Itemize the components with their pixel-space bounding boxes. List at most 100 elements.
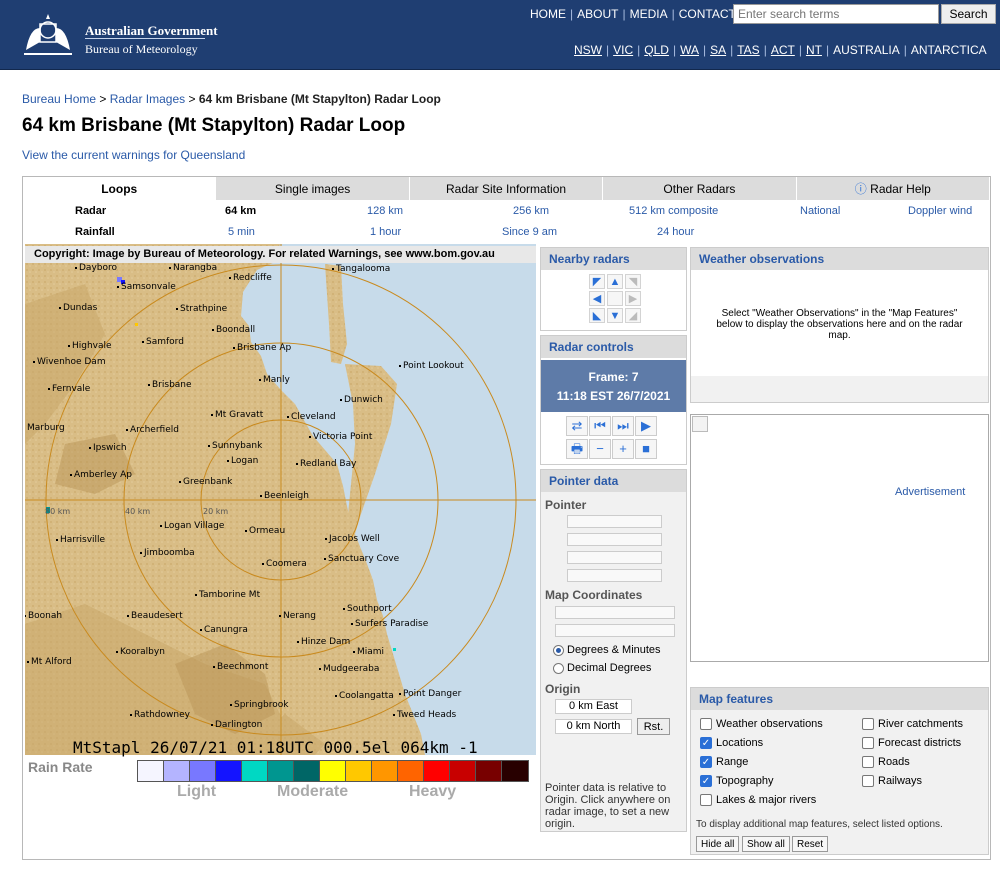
- town-marker: [212, 329, 214, 331]
- town-label: Ormeau: [249, 526, 285, 536]
- rain-rate-legend: Rain Rate Light Moderate Heavy: [25, 759, 536, 807]
- rain-option-since-9am[interactable]: Since 9 am: [502, 226, 557, 238]
- print-icon[interactable]: 🖶: [566, 439, 588, 459]
- arrow-nw-icon[interactable]: ◤: [589, 274, 605, 289]
- pointer-note: Pointer data is relative to Origin. Clic…: [545, 782, 671, 830]
- radar-map[interactable]: Dayboro Narangba Redcliffe Tangalooma Samson…: [25, 244, 536, 755]
- arrow-sw-icon[interactable]: ◣: [589, 308, 605, 323]
- faster-icon[interactable]: +: [612, 439, 634, 459]
- legend-swatch: [190, 761, 216, 781]
- radar-viewer: Loops Single images Radar Site Informati…: [22, 176, 991, 860]
- play-icon[interactable]: ▶: [635, 416, 657, 436]
- rain-option-24hour[interactable]: 24 hour: [657, 226, 694, 238]
- rain-option-1hour[interactable]: 1 hour: [370, 226, 401, 238]
- radar-option-national[interactable]: National: [800, 205, 840, 217]
- map-feature-option[interactable]: ✓ Topography: [700, 775, 774, 787]
- map-feature-option[interactable]: Railways: [862, 775, 922, 787]
- state-link-act[interactable]: ACT: [771, 43, 795, 57]
- rain-option-5min[interactable]: 5 min: [228, 226, 255, 238]
- map-feature-checkbox[interactable]: ✓: [700, 775, 712, 787]
- show-all-button[interactable]: Show all: [742, 836, 790, 852]
- advertisement-link[interactable]: Advertisement: [895, 486, 965, 498]
- map-feature-option[interactable]: Weather observations: [700, 718, 823, 730]
- decimal-degrees-radio[interactable]: [553, 662, 564, 674]
- town-label: Tangalooma: [335, 264, 390, 274]
- map-feature-option[interactable]: ✓ Locations: [700, 737, 763, 749]
- map-feature-checkbox[interactable]: [700, 794, 712, 806]
- map-feature-option[interactable]: ✓ Range: [700, 756, 748, 768]
- frame-display: Frame: 7 11:18 EST 26/7/2021: [541, 360, 686, 412]
- town-marker: [56, 539, 58, 541]
- map-feature-option[interactable]: Roads: [862, 756, 910, 768]
- radar-option-doppler[interactable]: Doppler wind: [908, 205, 972, 217]
- state-link-wa[interactable]: WA: [680, 43, 699, 57]
- radar-option-128km[interactable]: 128 km: [367, 205, 403, 217]
- stop-icon[interactable]: ■: [635, 439, 657, 459]
- search-button[interactable]: Search: [941, 4, 996, 24]
- map-feature-option[interactable]: River catchments: [862, 718, 963, 730]
- map-feature-checkbox[interactable]: [862, 718, 874, 730]
- map-coordinate-field: [555, 624, 675, 637]
- town-label: Sanctuary Cove: [328, 554, 400, 564]
- arrow-left-icon[interactable]: ◀: [589, 291, 605, 306]
- degrees-minutes-radio[interactable]: [553, 644, 564, 656]
- state-link-sa[interactable]: SA: [710, 43, 726, 57]
- arrow-down-icon[interactable]: ▼: [607, 308, 623, 323]
- town-label: Beaudesert: [131, 611, 183, 621]
- coat-of-arms-logo[interactable]: [18, 10, 78, 58]
- map-feature-checkbox[interactable]: [862, 775, 874, 787]
- warnings-link[interactable]: View the current warnings for Queensland: [22, 148, 245, 162]
- last-frame-icon[interactable]: ⏭: [612, 416, 634, 436]
- hide-all-button[interactable]: Hide all: [696, 836, 740, 852]
- map-feature-option[interactable]: Lakes & major rivers: [700, 794, 816, 806]
- agency-name: Bureau of Meteorology: [85, 42, 198, 56]
- map-feature-checkbox[interactable]: ✓: [700, 756, 712, 768]
- breadcrumb-radar-images[interactable]: Radar Images: [110, 92, 185, 106]
- radar-option-256km[interactable]: 256 km: [513, 205, 549, 217]
- slower-icon[interactable]: −: [589, 439, 611, 459]
- state-link-nsw[interactable]: NSW: [574, 43, 602, 57]
- nav-home-link[interactable]: HOME: [530, 7, 566, 21]
- tab-radar-site-information[interactable]: Radar Site Information: [409, 177, 604, 200]
- radar-option-512km[interactable]: 512 km composite: [629, 205, 718, 217]
- tab-loops[interactable]: Loops: [23, 177, 217, 200]
- tab-single-images[interactable]: Single images: [216, 177, 410, 200]
- map-feature-checkbox[interactable]: ✓: [700, 737, 712, 749]
- nav-about-link[interactable]: ABOUT: [577, 7, 618, 21]
- state-link-australia[interactable]: AUSTRALIA: [833, 43, 900, 57]
- degrees-minutes-option[interactable]: Degrees & Minutes: [553, 644, 661, 656]
- tab-other-radars[interactable]: Other Radars: [603, 177, 797, 200]
- town-marker: [245, 530, 247, 532]
- pointer-field: [567, 551, 662, 564]
- advertisement-frame[interactable]: [690, 414, 989, 662]
- town-marker: [335, 695, 337, 697]
- reset-origin-button[interactable]: Rst.: [637, 718, 670, 735]
- town-label: Coolangatta: [339, 691, 394, 701]
- nav-media-link[interactable]: MEDIA: [630, 7, 668, 21]
- breadcrumb-home[interactable]: Bureau Home: [22, 92, 96, 106]
- first-frame-icon[interactable]: ⏮: [589, 416, 611, 436]
- state-link-qld[interactable]: QLD: [644, 43, 669, 57]
- town-marker: [297, 641, 299, 643]
- state-link-vic[interactable]: VIC: [613, 43, 633, 57]
- arrow-up-icon[interactable]: ▲: [607, 274, 623, 289]
- tab-bar: Loops Single images Radar Site Informati…: [23, 177, 991, 200]
- state-nav: NSW | VIC | QLD | WA | SA | TAS | ACT | NT | AUSTRALIA | A…: [574, 43, 987, 57]
- state-link-antarctica[interactable]: ANTARCTICA: [911, 43, 987, 57]
- map-feature-checkbox[interactable]: [862, 737, 874, 749]
- legend-swatch: [502, 761, 528, 781]
- search-input[interactable]: [733, 4, 939, 24]
- reset-features-button[interactable]: Reset: [792, 836, 829, 852]
- state-link-tas[interactable]: TAS: [737, 43, 759, 57]
- swap-icon[interactable]: ⇄: [566, 416, 588, 436]
- tab-radar-help[interactable]: ⓘ Radar Help: [796, 177, 991, 200]
- decimal-degrees-option[interactable]: Decimal Degrees: [553, 662, 651, 674]
- radar-image[interactable]: Dayboro Narangba Redcliffe Tangalooma Samson…: [25, 244, 536, 759]
- legend-swatch: [372, 761, 398, 781]
- map-feature-checkbox[interactable]: [700, 718, 712, 730]
- map-feature-checkbox[interactable]: [862, 756, 874, 768]
- state-link-nt[interactable]: NT: [806, 43, 822, 57]
- map-feature-option[interactable]: Forecast districts: [862, 737, 961, 749]
- site-header: Australian Government Bureau of Meteorol…: [0, 0, 1000, 70]
- origin-north-field: 0 km North: [555, 719, 632, 734]
